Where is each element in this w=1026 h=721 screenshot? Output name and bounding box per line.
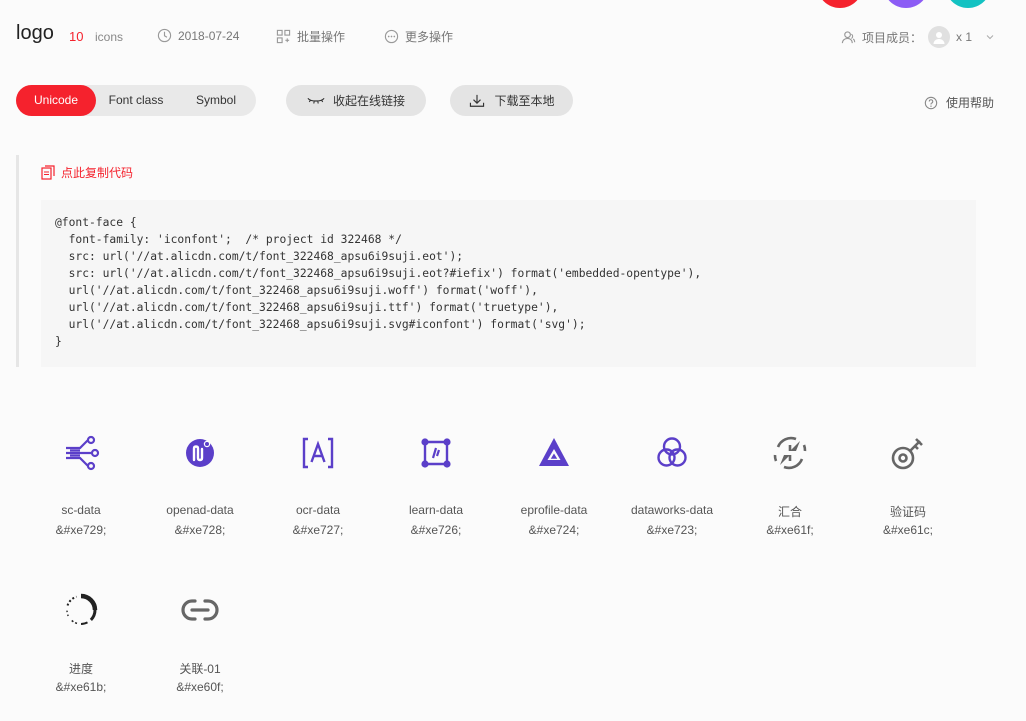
learn-data-icon [421, 438, 451, 468]
icon-name: sc-data [61, 503, 101, 517]
project-header: logo 10 icons 2018-07-24 批量操作 更多操作 项目成员：… [16, 20, 996, 50]
red-circle-decoration [817, 0, 863, 8]
icon-unicode: &#xe723; [646, 523, 698, 537]
icon-unicode: &#xe726; [410, 523, 462, 537]
collapse-online-link-label: 收起在线链接 [332, 94, 405, 108]
icon-name: 汇合 [777, 505, 802, 519]
date-text: 2018-07-24 [178, 28, 240, 43]
icon-unicode: &#xe61b; [55, 680, 107, 694]
icon-card[interactable]: learn-data &#xe726; [377, 433, 495, 537]
progress-icon [66, 593, 98, 625]
ocr-data-icon [302, 437, 334, 469]
members-count: x 1 [955, 30, 972, 44]
avatar [927, 26, 950, 48]
icon-name: ocr-data [295, 503, 341, 517]
icon-card[interactable]: openad-data &#xe728; [141, 433, 259, 537]
tab-unicode[interactable]: Unicode [16, 85, 96, 116]
copy-icon [41, 165, 55, 180]
help-label: 使用帮助 [945, 96, 994, 110]
icon-unicode: &#xe728; [174, 523, 226, 537]
merge-icon [773, 436, 807, 470]
icon-unicode: &#xe724; [528, 523, 580, 537]
font-face-code-section: 点此复制代码 @font-face { font-family: 'iconfo… [16, 155, 981, 367]
eprofile-data-icon [539, 438, 569, 466]
help-icon [924, 96, 938, 109]
batch-icon [276, 29, 291, 44]
project-title: logo [16, 22, 54, 44]
more-action-button[interactable]: 更多操作 [384, 28, 453, 45]
icon-name: 验证码 [889, 505, 926, 519]
icon-card[interactable]: sc-data &#xe729; [22, 433, 140, 537]
download-icon [470, 94, 485, 107]
icon-name: learn-data [408, 503, 464, 517]
more-action-label: 更多操作 [405, 30, 454, 44]
format-tabs: Unicode Font class Symbol [16, 85, 256, 116]
dataworks-data-icon [657, 437, 687, 467]
download-label: 下载至本地 [494, 94, 555, 108]
link-icon [181, 599, 219, 621]
purple-circle-decoration [883, 0, 929, 8]
icon-name: 进度 [68, 662, 93, 676]
clock-icon [157, 28, 172, 43]
icon-name: 关联-01 [179, 662, 221, 676]
icon-card[interactable]: eprofile-data &#xe724; [495, 433, 613, 537]
batch-action-button[interactable]: 批量操作 [276, 28, 345, 45]
icon-name: openad-data [166, 503, 234, 517]
icon-card[interactable]: 验证码 &#xe61c; [849, 433, 967, 537]
members-icon [841, 30, 856, 43]
icon-card[interactable]: 进度 &#xe61b; [22, 590, 140, 694]
icon-unicode: &#xe727; [292, 523, 344, 537]
icon-unicode: &#xe61f; [766, 523, 814, 537]
eye-closed-icon [307, 97, 325, 104]
icon-card[interactable]: dataworks-data &#xe723; [613, 433, 731, 537]
project-members[interactable]: 项目成员： x 1 [841, 26, 996, 48]
code-box: @font-face { font-family: 'iconfont'; /*… [41, 200, 976, 367]
collapse-online-link-button[interactable]: 收起在线链接 [286, 85, 426, 116]
tab-font-class[interactable]: Font class [96, 85, 176, 116]
copy-code-button[interactable]: 点此复制代码 [41, 164, 133, 181]
members-label: 项目成员： [861, 30, 922, 45]
icon-name: dataworks-data [630, 503, 714, 517]
download-button[interactable]: 下载至本地 [450, 85, 573, 116]
tab-symbol[interactable]: Symbol [176, 85, 256, 116]
icon-unicode: &#xe61c; [882, 523, 934, 537]
batch-action-label: 批量操作 [297, 30, 346, 44]
icon-count: 10 [69, 29, 84, 44]
icon-card[interactable]: 关联-01 &#xe60f; [141, 590, 259, 694]
date-meta: 2018-07-24 [157, 28, 239, 43]
copy-code-label: 点此复制代码 [61, 166, 134, 180]
icon-unicode: &#xe60f; [176, 680, 224, 694]
icon-card[interactable]: ocr-data &#xe727; [259, 433, 377, 537]
teal-circle-decoration [945, 0, 991, 8]
chevron-down-icon[interactable] [984, 31, 996, 43]
icon-card[interactable]: 汇合 &#xe61f; [731, 433, 849, 537]
help-link[interactable]: 使用帮助 [924, 94, 994, 111]
font-face-code: @font-face { font-family: 'iconfont'; /*… [55, 216, 702, 348]
icon-count-unit: icons [95, 30, 124, 44]
openad-data-icon [186, 439, 214, 467]
user-avatar-icon [933, 32, 945, 44]
icon-name: eprofile-data [520, 503, 588, 517]
captcha-key-icon [891, 438, 923, 470]
icon-unicode: &#xe729; [55, 523, 107, 537]
sc-data-icon [66, 435, 100, 471]
more-icon [384, 29, 399, 44]
